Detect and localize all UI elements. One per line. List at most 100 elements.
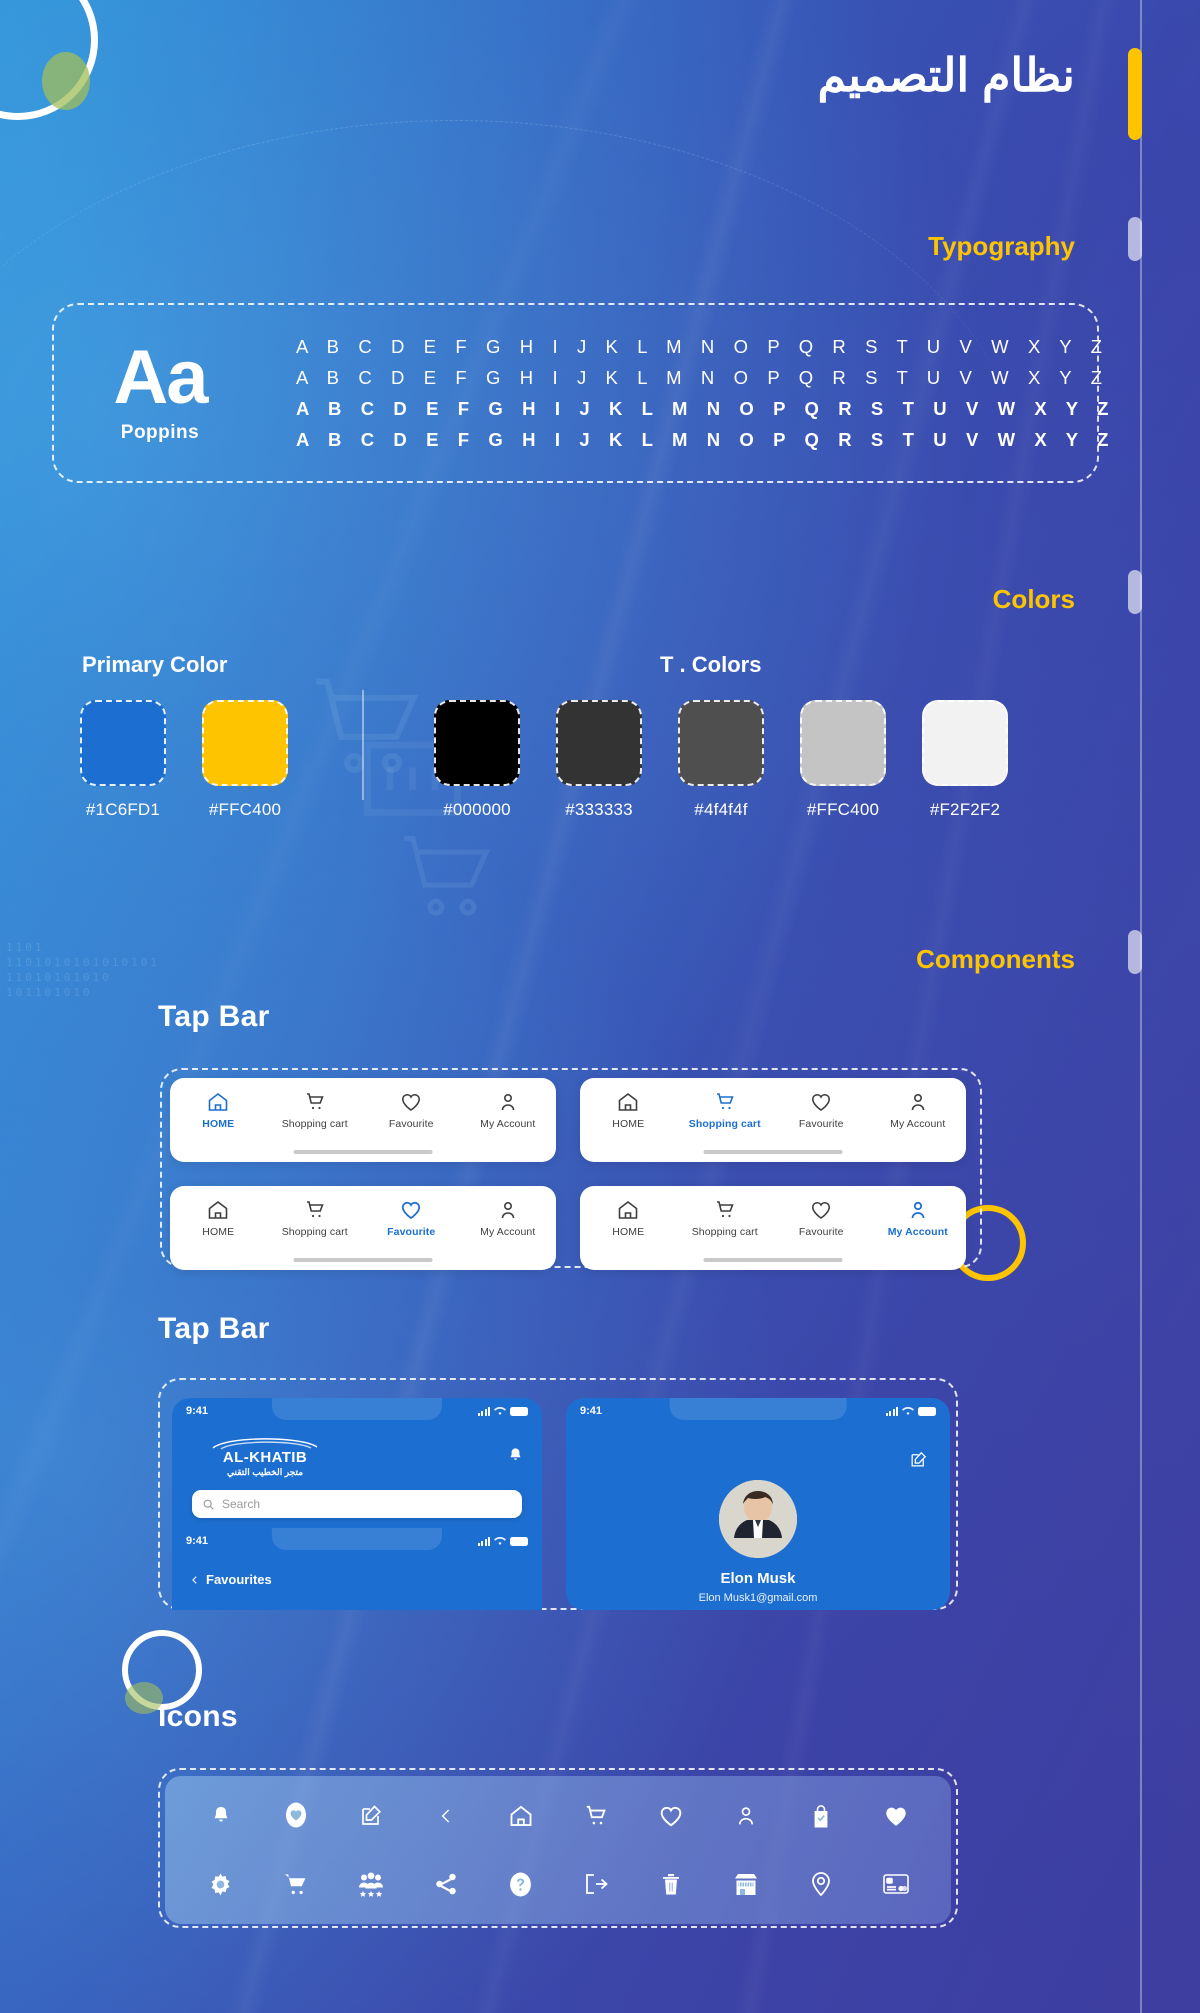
- avatar: [719, 1480, 797, 1558]
- bag-check-icon[interactable]: [793, 1793, 849, 1839]
- help-icon[interactable]: [493, 1861, 549, 1907]
- heart-outline-icon: [402, 1201, 421, 1220]
- tabbar-item-home[interactable]: HOME: [170, 1198, 267, 1238]
- tcolors-title: T . Colors: [660, 652, 762, 677]
- tabbar-item-my-account[interactable]: My Account: [460, 1090, 557, 1130]
- store-icon[interactable]: [718, 1861, 774, 1907]
- swatch-tcolor-4[interactable]: #FFC400: [800, 700, 886, 820]
- swatch-primary-1[interactable]: #1C6FD1: [80, 700, 166, 820]
- cart-icon: [306, 1093, 324, 1110]
- favourites-title: Favourites: [206, 1572, 272, 1587]
- tabbar-item-home[interactable]: HOME: [170, 1090, 267, 1130]
- tabbar-item-shopping-cart[interactable]: Shopping cart: [677, 1198, 774, 1238]
- typography-specimen: Aa Poppins: [54, 339, 266, 444]
- battery-icon: [918, 1406, 936, 1416]
- status-bar: 9:41: [172, 1528, 542, 1554]
- heading-tap-bar: Tap Bar: [158, 1000, 270, 1033]
- tabbar-item-favourite[interactable]: Favourite: [773, 1090, 870, 1130]
- gear-icon[interactable]: [193, 1861, 249, 1907]
- share-icon[interactable]: [418, 1861, 474, 1907]
- tabbar-item-home[interactable]: HOME: [580, 1090, 677, 1130]
- home-icon[interactable]: [493, 1793, 549, 1839]
- bell-icon[interactable]: [193, 1793, 249, 1839]
- screen-profile[interactable]: 9:41 Elon Musk Elon Musk1@gmail.com: [566, 1398, 950, 1610]
- cart-filled-icon[interactable]: [268, 1861, 324, 1907]
- trash-icon[interactable]: [643, 1861, 699, 1907]
- tabbar-item-home[interactable]: HOME: [580, 1198, 677, 1238]
- status-time: 9:41: [580, 1405, 603, 1417]
- cart-icon[interactable]: [568, 1793, 624, 1839]
- tabbar-item-favourite[interactable]: Favourite: [773, 1198, 870, 1238]
- home-icon: [618, 1092, 638, 1111]
- signal-icon: [477, 1536, 490, 1546]
- cart-icon: [716, 1201, 734, 1218]
- status-icons: [477, 1536, 528, 1546]
- heart-outline-icon[interactable]: [643, 1793, 699, 1839]
- swatch-hex-label: #FFC400: [208, 800, 282, 819]
- favourites-header[interactable]: Favourites: [190, 1572, 272, 1587]
- home-icon: [208, 1200, 228, 1219]
- icons-row-2: [165, 1861, 951, 1907]
- person-icon: [911, 1201, 925, 1219]
- edit-icon[interactable]: [909, 1450, 928, 1469]
- cart-icon: [306, 1201, 324, 1218]
- tabbar-label: HOME: [612, 1226, 645, 1238]
- tabbar-item-my-account[interactable]: My Account: [460, 1198, 557, 1238]
- swatch-tcolor-5[interactable]: #F2F2F2: [922, 700, 1008, 820]
- edit-icon[interactable]: [343, 1793, 399, 1839]
- tabbar-label: HOME: [612, 1118, 645, 1130]
- alphabet-row-regular: A B C D E F G H I J K L M N O P Q R S T …: [296, 367, 1110, 388]
- search-input[interactable]: Search: [192, 1490, 522, 1518]
- primary-color-title: Primary Color: [82, 652, 228, 677]
- swatch-tcolor-1[interactable]: #000000: [434, 700, 520, 820]
- signal-icon: [477, 1406, 490, 1416]
- heart-filled-icon[interactable]: [868, 1793, 924, 1839]
- tabbar-item-favourite[interactable]: Favourite: [363, 1198, 460, 1238]
- profile-name: Elon Musk: [720, 1570, 796, 1587]
- location-pin-icon[interactable]: [793, 1861, 849, 1907]
- alphabet-row-light: A B C D E F G H I J K L M N O P Q R S T …: [296, 336, 1110, 357]
- tabbar-item-my-account[interactable]: My Account: [870, 1198, 967, 1238]
- home-icon: [208, 1092, 228, 1111]
- tabbar-item-shopping-cart[interactable]: Shopping cart: [267, 1198, 364, 1238]
- colors-divider: [362, 690, 364, 800]
- heart-outline-icon: [402, 1094, 421, 1111]
- tabbar-item-shopping-cart[interactable]: Shopping cart: [267, 1090, 364, 1130]
- status-bar: 9:41: [172, 1398, 542, 1424]
- swatch-chip: [556, 700, 642, 786]
- swatch-primary-2[interactable]: #FFC400: [202, 700, 288, 820]
- status-time: 9:41: [186, 1405, 209, 1417]
- section-label-components: Components: [916, 944, 1075, 974]
- section-label-typography: Typography: [928, 231, 1075, 261]
- search-placeholder: Search: [222, 1497, 261, 1511]
- rail-tab-components: [1128, 930, 1142, 974]
- tabbar-item-my-account[interactable]: My Account: [870, 1090, 967, 1130]
- tabbar-item-shopping-cart[interactable]: Shopping cart: [677, 1090, 774, 1130]
- icons-row-1: [165, 1793, 951, 1839]
- bell-icon[interactable]: [507, 1446, 524, 1465]
- home-indicator: [293, 1150, 433, 1154]
- person-icon[interactable]: [718, 1793, 774, 1839]
- logout-icon[interactable]: [568, 1861, 624, 1907]
- status-icons: [477, 1406, 528, 1416]
- people-rating-icon[interactable]: [343, 1861, 399, 1907]
- status-bar: 9:41: [566, 1398, 950, 1424]
- credit-card-icon[interactable]: [868, 1861, 924, 1907]
- decor-ring-icons: [122, 1630, 202, 1710]
- swatch-tcolor-2[interactable]: #333333: [556, 700, 642, 820]
- logo-arc-icon: [212, 1438, 318, 1450]
- heart-badge-icon[interactable]: [268, 1793, 324, 1839]
- screen-favourites[interactable]: 9:41 Favourites: [172, 1528, 542, 1610]
- binary-texture: 1101 1101010101010101 11010101010 101101…: [6, 941, 160, 999]
- rail-tab-title: [1128, 48, 1142, 140]
- tabbar-item-favourite[interactable]: Favourite: [363, 1090, 460, 1130]
- swatch-chip: [922, 700, 1008, 786]
- signal-icon: [885, 1406, 898, 1416]
- chevron-left-icon[interactable]: [190, 1573, 200, 1587]
- home-indicator: [703, 1150, 843, 1154]
- home-indicator: [703, 1258, 843, 1262]
- chevron-left-icon[interactable]: [418, 1793, 474, 1839]
- swatch-tcolor-3[interactable]: #4f4f4f: [678, 700, 764, 820]
- person-icon: [911, 1094, 925, 1111]
- swatch-chip: [800, 700, 886, 786]
